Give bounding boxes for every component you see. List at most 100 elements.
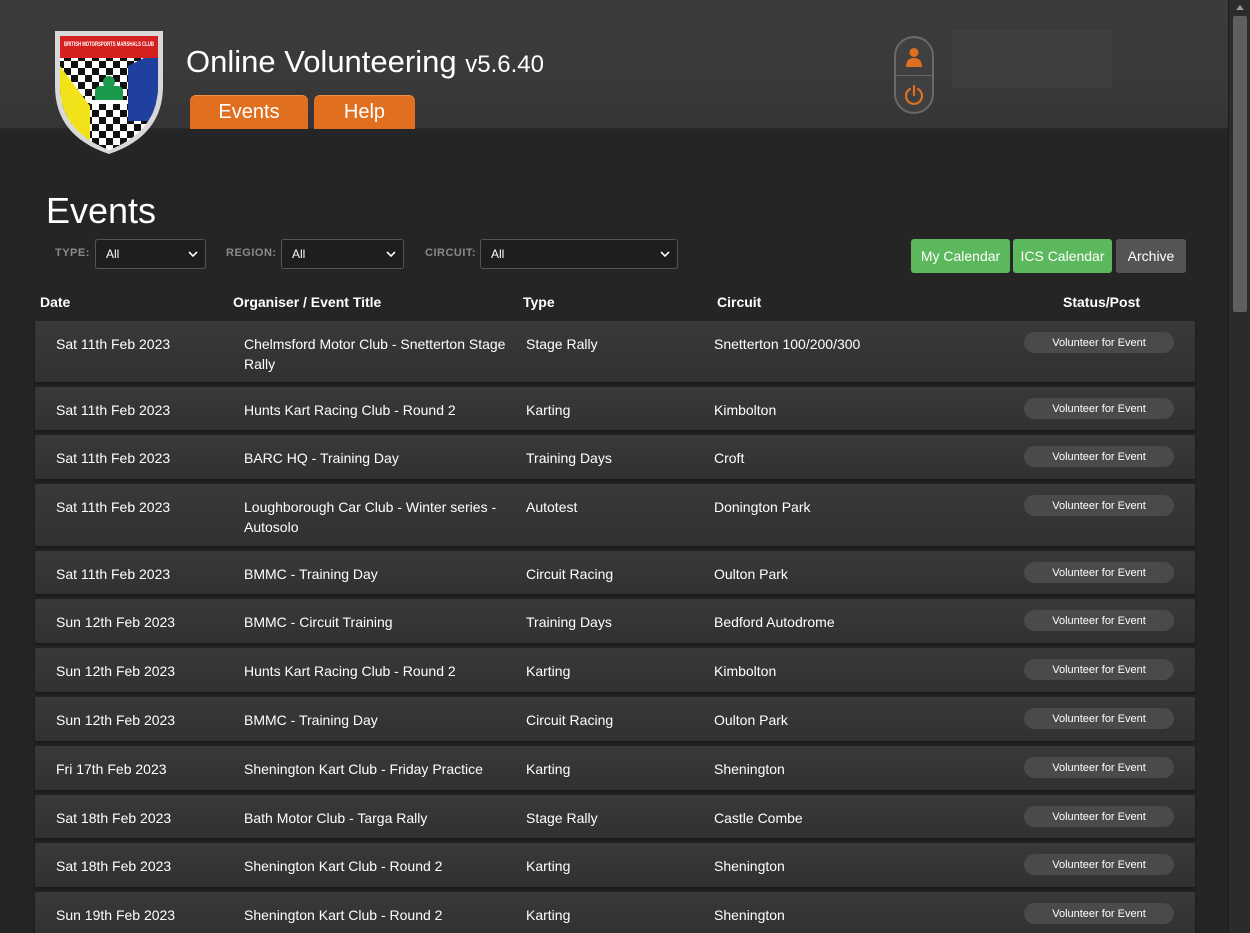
- row-circuit: Shenington: [714, 907, 785, 923]
- chevron-down-icon: [660, 251, 670, 258]
- row-circuit: Donington Park: [714, 499, 811, 515]
- row-date: Sun 12th Feb 2023: [56, 663, 176, 679]
- table-row: Sun 12th Feb 2023 BMMC - Training Day Ci…: [35, 697, 1195, 741]
- table-row: Sat 11th Feb 2023 BMMC - Training Day Ci…: [35, 551, 1195, 594]
- row-date: Fri 17th Feb 2023: [56, 761, 167, 777]
- scrollbar-thumb[interactable]: [1233, 16, 1247, 312]
- row-title: Hunts Kart Racing Club - Round 2: [244, 663, 456, 679]
- row-type: Circuit Racing: [526, 712, 614, 728]
- page: Online Volunteering v5.6.40 Events Help: [0, 0, 1228, 933]
- volunteer-button[interactable]: Volunteer for Event: [1024, 903, 1174, 924]
- table-row: Sat 11th Feb 2023 Hunts Kart Racing Club…: [35, 387, 1195, 430]
- user-controls-divider: [896, 75, 932, 76]
- row-date: Sat 11th Feb 2023: [56, 566, 171, 582]
- row-title: Shenington Kart Club - Round 2: [244, 858, 443, 874]
- filter-circuit-value: All: [491, 247, 505, 261]
- filter-type-label: TYPE:: [55, 247, 90, 259]
- row-date: Sat 18th Feb 2023: [56, 810, 172, 826]
- row-type: Karting: [526, 402, 571, 418]
- row-type: Karting: [526, 663, 571, 679]
- row-circuit: Croft: [714, 450, 745, 466]
- volunteer-button[interactable]: Volunteer for Event: [1024, 495, 1174, 516]
- row-circuit: Castle Combe: [714, 810, 803, 826]
- volunteer-button[interactable]: Volunteer for Event: [1024, 398, 1174, 419]
- volunteer-button[interactable]: Volunteer for Event: [1024, 562, 1174, 583]
- volunteer-button[interactable]: Volunteer for Event: [1024, 854, 1174, 875]
- row-title: Shenington Kart Club - Round 2: [244, 907, 443, 923]
- row-type: Karting: [526, 907, 571, 923]
- user-profile-icon[interactable]: [903, 46, 925, 68]
- row-title: BMMC - Training Day: [244, 712, 378, 728]
- logo-text: BRITISH MOTORSPORTS MARSHALS CLUB: [64, 41, 154, 48]
- filter-circuit-select[interactable]: All: [480, 239, 678, 269]
- row-type: Autotest: [526, 499, 578, 515]
- filter-type-select[interactable]: All: [95, 239, 206, 269]
- bmmc-logo: BRITISH MOTORSPORTS MARSHALS CLUB: [55, 31, 163, 154]
- volunteer-button[interactable]: Volunteer for Event: [1024, 708, 1174, 729]
- row-type: Training Days: [526, 450, 612, 466]
- column-header-date: Date: [40, 294, 71, 310]
- table-row: Sun 12th Feb 2023 BMMC - Circuit Trainin…: [35, 599, 1195, 643]
- row-title: Loughborough Car Club - Winter series - …: [244, 499, 497, 535]
- table-row: Fri 17th Feb 2023 Shenington Kart Club -…: [35, 746, 1195, 790]
- power-logout-icon[interactable]: [903, 84, 925, 106]
- row-title: Shenington Kart Club - Friday Practice: [244, 761, 483, 777]
- events-table: Sat 11th Feb 2023 Chelmsford Motor Club …: [35, 321, 1195, 933]
- app-title-text: Online Volunteering: [186, 44, 457, 79]
- user-controls: [894, 36, 934, 114]
- page-heading: Events: [46, 190, 157, 231]
- ics-calendar-button[interactable]: ICS Calendar: [1013, 239, 1112, 273]
- row-date: Sun 19th Feb 2023: [56, 907, 176, 923]
- volunteer-button[interactable]: Volunteer for Event: [1024, 806, 1174, 827]
- row-title: Hunts Kart Racing Club - Round 2: [244, 402, 456, 418]
- scroll-up-arrow-icon[interactable]: [1235, 3, 1245, 11]
- row-date: Sun 12th Feb 2023: [56, 712, 176, 728]
- archive-button[interactable]: Archive: [1116, 239, 1186, 273]
- row-title: BARC HQ - Training Day: [244, 450, 399, 466]
- my-calendar-button[interactable]: My Calendar: [911, 239, 1010, 273]
- row-circuit: Kimbolton: [714, 663, 777, 679]
- column-header-type: Type: [523, 294, 555, 310]
- row-type: Stage Rally: [526, 336, 598, 352]
- row-circuit: Shenington: [714, 761, 785, 777]
- app-version: v5.6.40: [465, 51, 544, 78]
- volunteer-button[interactable]: Volunteer for Event: [1024, 610, 1174, 631]
- column-header-circuit: Circuit: [717, 294, 762, 310]
- row-date: Sat 11th Feb 2023: [56, 499, 171, 515]
- filter-type-value: All: [106, 247, 120, 261]
- row-date: Sat 18th Feb 2023: [56, 858, 172, 874]
- volunteer-button[interactable]: Volunteer for Event: [1024, 659, 1174, 680]
- table-row: Sat 18th Feb 2023 Bath Motor Club - Targ…: [35, 795, 1195, 838]
- column-header-status: Status/Post: [1063, 294, 1141, 310]
- row-circuit: Oulton Park: [714, 566, 788, 582]
- row-type: Circuit Racing: [526, 566, 614, 582]
- column-header-title: Organiser / Event Title: [233, 294, 382, 310]
- table-row: Sat 11th Feb 2023 Chelmsford Motor Club …: [35, 321, 1195, 382]
- row-date: Sat 11th Feb 2023: [56, 402, 171, 418]
- site-header: Online Volunteering v5.6.40 Events Help: [0, 0, 1228, 129]
- app-title: Online Volunteering v5.6.40: [186, 44, 544, 80]
- table-row: Sun 12th Feb 2023 Hunts Kart Racing Club…: [35, 648, 1195, 692]
- table-row: Sat 11th Feb 2023 BARC HQ - Training Day…: [35, 435, 1195, 479]
- row-circuit: Snetterton 100/200/300: [714, 336, 861, 352]
- volunteer-button[interactable]: Volunteer for Event: [1024, 332, 1174, 353]
- row-type: Karting: [526, 761, 571, 777]
- row-title: BMMC - Circuit Training: [244, 614, 393, 630]
- filter-region-value: All: [292, 247, 306, 261]
- vertical-scrollbar[interactable]: [1228, 0, 1250, 933]
- row-type: Training Days: [526, 614, 612, 630]
- row-circuit: Shenington: [714, 858, 785, 874]
- row-title: Chelmsford Motor Club - Snetterton Stage…: [244, 336, 506, 372]
- row-circuit: Kimbolton: [714, 402, 777, 418]
- volunteer-button[interactable]: Volunteer for Event: [1024, 446, 1174, 467]
- row-date: Sat 11th Feb 2023: [56, 336, 171, 352]
- row-type: Karting: [526, 858, 571, 874]
- table-row: Sat 11th Feb 2023 Loughborough Car Club …: [35, 484, 1195, 546]
- row-circuit: Oulton Park: [714, 712, 788, 728]
- row-circuit: Bedford Autodrome: [714, 614, 835, 630]
- filter-region-select[interactable]: All: [281, 239, 404, 269]
- volunteer-button[interactable]: Volunteer for Event: [1024, 757, 1174, 778]
- nav-tab-help[interactable]: Help: [314, 95, 415, 129]
- row-title: BMMC - Training Day: [244, 566, 378, 582]
- nav-tab-events[interactable]: Events: [190, 95, 308, 129]
